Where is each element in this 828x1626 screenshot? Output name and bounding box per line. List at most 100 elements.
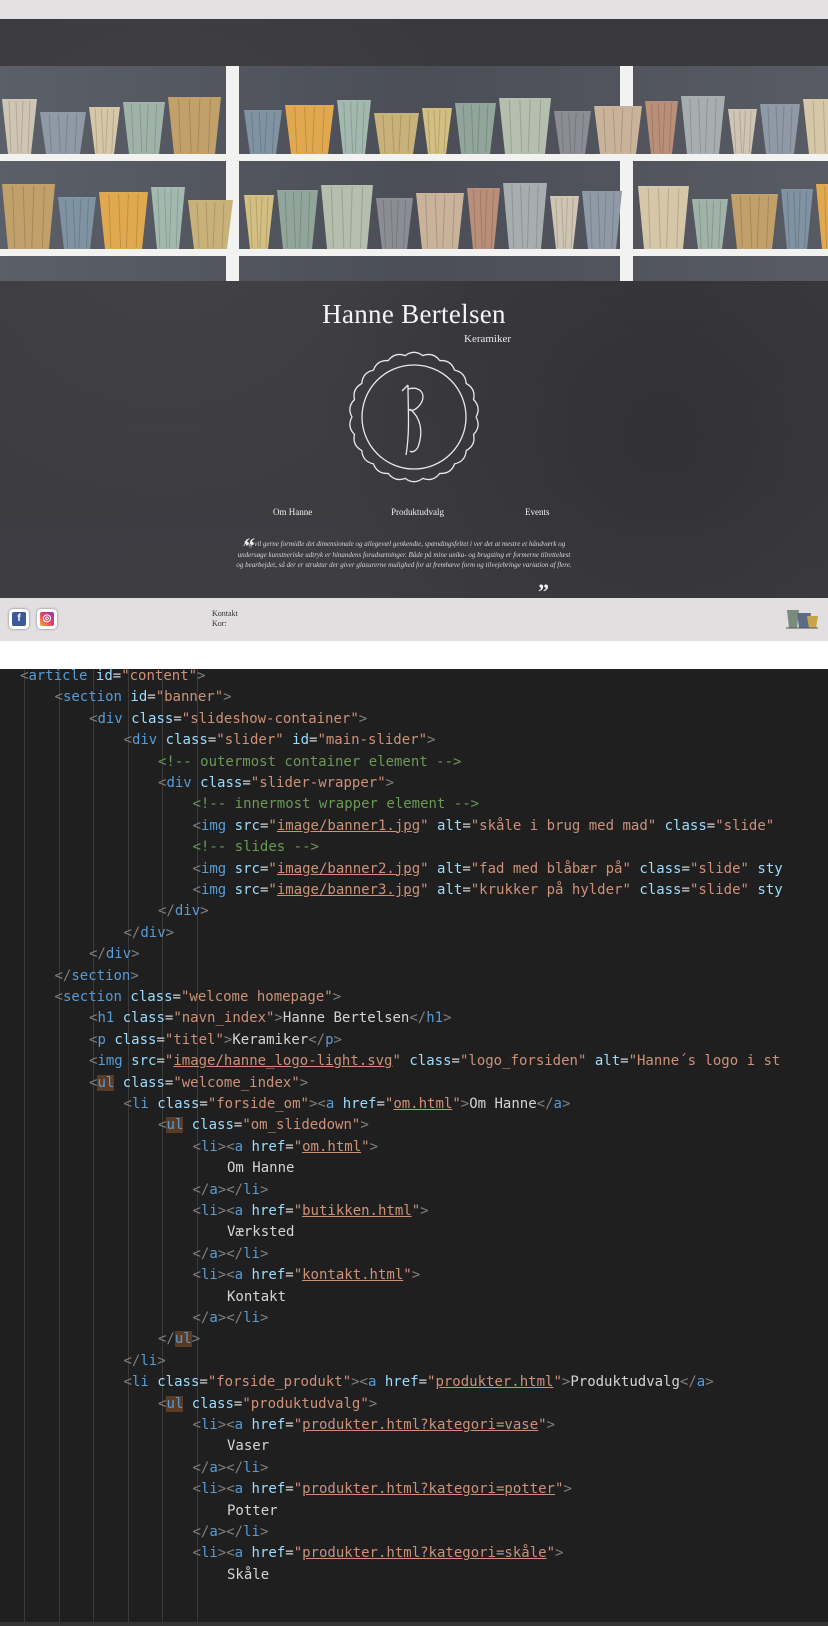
pot — [321, 185, 373, 249]
code-token: image/banner3.jpg — [276, 882, 421, 898]
code-line[interactable]: <li><a href="produkter.html?kategori=skå… — [193, 1542, 564, 1564]
code-token: > — [197, 669, 206, 684]
facebook-glyph: f — [12, 612, 26, 626]
code-line[interactable]: Potter — [227, 1500, 278, 1522]
code-token: class — [409, 1053, 452, 1070]
code-token: " — [293, 1203, 303, 1219]
indent-guide — [24, 669, 25, 1626]
code-token: > — [130, 967, 139, 984]
code-token: section — [62, 689, 122, 706]
code-line[interactable]: <li class="forside_produkt"><a href="pro… — [124, 1371, 714, 1393]
code-token: = — [681, 860, 690, 877]
code-token: = — [285, 1267, 294, 1284]
code-line[interactable]: </div> — [158, 900, 209, 922]
instagram-icon[interactable]: ◎ — [37, 609, 57, 629]
code-line[interactable]: </a></li> — [193, 1307, 269, 1329]
pot — [499, 98, 551, 154]
code-token: = — [462, 882, 471, 898]
code-token: > — [443, 1010, 452, 1027]
banner-slideshow[interactable] — [0, 66, 828, 281]
code-line[interactable]: <div class="slider-wrapper"> — [158, 772, 394, 794]
code-token: "slide" — [689, 860, 749, 877]
code-token: > — [368, 1395, 378, 1412]
code-token: >< — [217, 1267, 235, 1284]
code-line[interactable]: <section class="welcome homepage"> — [55, 986, 342, 1008]
nav-events-link[interactable]: Events — [525, 507, 550, 517]
code-line[interactable]: Skåle — [227, 1564, 269, 1586]
code-line[interactable]: <img src="image/banner1.jpg" alt="skåle … — [193, 815, 775, 837]
code-token: <!-- slides --> — [192, 839, 319, 856]
code-token: Kontakt — [227, 1288, 287, 1305]
code-line[interactable]: <article id="content"> — [20, 669, 205, 687]
facebook-icon[interactable]: f — [9, 609, 29, 629]
code-line[interactable]: <!-- outermost container element --> — [158, 751, 461, 773]
code-line[interactable]: <li><a href="kontakt.html"> — [193, 1264, 421, 1286]
pot — [455, 103, 496, 154]
code-token: = — [156, 1031, 165, 1048]
code-token: li — [200, 1203, 218, 1219]
code-line[interactable]: </a></li> — [193, 1243, 269, 1265]
code-line[interactable]: </ul> — [158, 1328, 200, 1350]
code-token: div — [131, 732, 158, 749]
code-token: ul — [166, 1395, 184, 1412]
code-line[interactable]: </a></li> — [193, 1457, 269, 1479]
nav-produktudvalg-link[interactable]: Produktudvalg — [391, 507, 444, 517]
code-token: image/banner2.jpg — [276, 860, 421, 877]
code-token: alt — [437, 882, 463, 898]
pot — [692, 199, 728, 249]
code-token: a — [209, 1459, 218, 1476]
code-line[interactable]: <div class="slider" id="main-slider"> — [124, 729, 436, 751]
code-token: > — [427, 732, 436, 749]
code-line[interactable]: <h1 class="navn_index">Hanne Bertelsen</… — [89, 1007, 452, 1029]
code-line[interactable]: </section> — [55, 965, 139, 987]
pot — [188, 200, 233, 249]
code-line[interactable]: <section id="banner"> — [55, 686, 232, 708]
code-line[interactable]: <ul class="welcome_index"> — [89, 1072, 308, 1094]
code-line[interactable]: </a></li> — [193, 1521, 269, 1543]
pot — [582, 191, 622, 249]
code-line[interactable]: <!-- slides --> — [193, 836, 319, 858]
code-token: a — [209, 1245, 218, 1262]
code-line[interactable]: Kontakt — [227, 1286, 286, 1308]
code-token: = — [285, 1545, 294, 1562]
nav-om-hanne-link[interactable]: Om Hanne — [273, 507, 312, 517]
code-line[interactable]: <img src="image/hanne_logo-light.svg" cl… — [89, 1050, 780, 1072]
code-token: > — [333, 1031, 342, 1048]
code-token: "forside_produkt" — [207, 1374, 352, 1391]
code-line[interactable]: <img src="image/banner3.jpg" alt="krukke… — [193, 879, 783, 901]
code-line[interactable]: </div> — [89, 943, 140, 965]
code-line[interactable]: <ul class="produktudvalg"> — [158, 1393, 377, 1415]
code-line[interactable]: </a></li> — [193, 1179, 269, 1201]
code-token: id — [130, 689, 148, 706]
code-line[interactable]: <div class="slideshow-container"> — [89, 708, 367, 730]
code-line[interactable]: <p class="titel">Keramiker</p> — [89, 1029, 342, 1051]
code-line[interactable]: <ul class="om_slidedown"> — [158, 1114, 369, 1136]
code-token: < — [54, 989, 63, 1005]
code-token: a — [209, 1181, 218, 1198]
code-token: " — [553, 1374, 562, 1391]
code-line[interactable]: <li><a href="produkter.html?kategori=pot… — [193, 1478, 572, 1500]
code-line[interactable]: <li><a href="om.html"> — [193, 1136, 379, 1158]
code-line[interactable]: <li><a href="produkter.html?kategori=vas… — [193, 1414, 556, 1436]
code-line[interactable]: <li><a href="butikken.html"> — [193, 1200, 429, 1222]
code-line[interactable]: </div> — [124, 922, 175, 944]
pot — [731, 194, 778, 249]
code-line[interactable]: <li class="forside_om"><a href="om.html"… — [124, 1093, 571, 1115]
code-token: alt — [437, 817, 463, 834]
code-line[interactable]: Værksted — [227, 1221, 294, 1243]
code-line[interactable]: <!-- innermost wrapper element --> — [193, 793, 480, 815]
code-line[interactable]: Om Hanne — [227, 1157, 294, 1179]
code-token: " — [392, 1053, 401, 1070]
code-token: img — [97, 1053, 123, 1070]
code-token: href — [251, 1267, 286, 1284]
code-token: href — [251, 1417, 286, 1433]
code-editor[interactable]: <article id="content"> <section id="banne… — [0, 669, 828, 1626]
code-line[interactable]: <img src="image/banner2.jpg" alt="fad me… — [193, 858, 783, 880]
code-line[interactable]: </li> — [124, 1350, 166, 1372]
code-line[interactable]: Vaser — [227, 1435, 269, 1457]
